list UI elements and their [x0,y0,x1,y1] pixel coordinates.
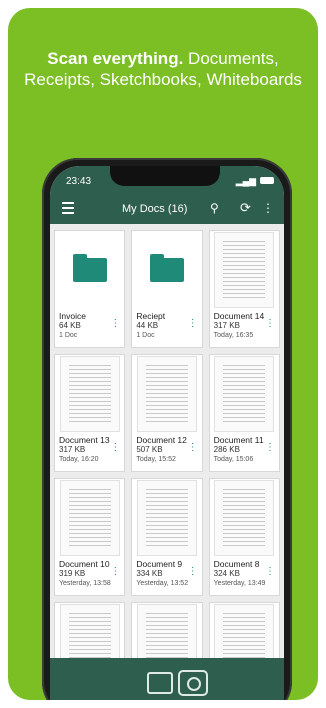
item-date: Today, 15:52 [136,456,176,463]
document-page-image [136,480,197,556]
menu-icon[interactable] [62,202,74,217]
item-meta: Reciept 44 KB 1 Doc ⋮ [132,309,201,343]
camera-icon[interactable] [178,670,208,696]
list-item[interactable]: Document 13 317 KB Today, 16:20 ⋮ [54,354,126,472]
headline-bold: Scan everything. [47,49,184,68]
more-options-icon[interactable]: ⋮ [262,201,274,215]
item-date: Yesterday, 13:52 [136,580,189,587]
status-bar: 23:43 ▂▄▆ [50,166,284,194]
item-date: Today, 16:20 [59,456,99,463]
list-item[interactable] [131,602,203,658]
page-title: My Docs (16) [122,203,188,215]
item-meta: Document 13 317 KB Today, 16:20 ⋮ [55,433,124,467]
sync-icon[interactable]: ⟳ [240,200,251,216]
app-bar: My Docs (16) ⚲ ⟳ ⋮ [50,194,284,224]
item-menu-icon[interactable]: ⋮ [265,443,275,453]
folder-icon [72,254,107,282]
item-meta: Invoice 64 KB 1 Doc ⋮ [55,309,124,343]
item-date: Today, 16:35 [213,332,254,339]
phone-screen: 23:43 ▂▄▆ My Docs (16) ⚲ ⟳ ⋮ Invoice 64 … [50,166,284,700]
folder-thumbnail [55,231,125,309]
status-time: 23:43 [66,176,92,187]
gallery-icon[interactable] [147,672,173,694]
item-meta: Document 12 507 KB Today, 15:52 ⋮ [132,433,201,467]
document-page-image [136,356,197,432]
item-date: Yesterday, 13:58 [59,580,111,587]
item-date: 1 Doc [136,332,155,339]
document-thumbnail [55,355,125,433]
item-meta: Document 8 324 KB Yesterday, 13:49 ⋮ [210,557,279,591]
document-thumbnail [132,603,202,658]
battery-icon [260,177,274,184]
signal-icon: ▂▄▆ [235,176,256,186]
list-item[interactable]: Document 14 317 KB Today, 16:35 ⋮ [208,230,280,348]
document-page-image [214,480,275,556]
list-item[interactable]: Document 12 507 KB Today, 15:52 ⋮ [131,354,203,472]
list-item[interactable]: Reciept 44 KB 1 Doc ⋮ [131,230,203,348]
document-page-image [59,356,120,432]
list-item[interactable]: Document 9 334 KB Yesterday, 13:52 ⋮ [131,478,203,596]
document-page-image [59,604,120,658]
document-page-image [136,604,197,658]
item-menu-icon[interactable]: ⋮ [188,443,198,453]
document-page-image [214,356,275,432]
list-item[interactable] [208,602,280,658]
document-thumbnail [209,603,279,658]
list-item[interactable]: Document 10 319 KB Yesterday, 13:58 ⋮ [54,478,126,596]
document-thumbnail [209,479,279,557]
bottom-bar [50,658,284,700]
item-date: 1 Doc [59,332,78,339]
document-page-image [214,604,275,658]
document-page-image [59,480,120,556]
phone-frame: 23:43 ▂▄▆ My Docs (16) ⚲ ⟳ ⋮ Invoice 64 … [42,158,292,700]
item-meta: Document 10 319 KB Yesterday, 13:58 ⋮ [55,557,124,591]
item-menu-icon[interactable]: ⋮ [110,319,120,329]
document-thumbnail [132,479,202,557]
list-item[interactable]: Invoice 64 KB 1 Doc ⋮ [54,230,126,348]
folder-thumbnail [132,231,202,309]
list-item[interactable] [54,602,126,658]
item-menu-icon[interactable]: ⋮ [110,567,120,577]
list-item[interactable]: Document 8 324 KB Yesterday, 13:49 ⋮ [208,478,280,596]
item-meta: Document 9 334 KB Yesterday, 13:52 ⋮ [132,557,201,591]
item-menu-icon[interactable]: ⋮ [265,319,275,329]
search-icon[interactable]: ⚲ [210,201,219,215]
item-menu-icon[interactable]: ⋮ [188,319,198,329]
promo-card: Scan everything. Documents, Receipts, Sk… [8,8,318,700]
document-page-image [214,232,275,308]
document-thumbnail [55,479,125,557]
item-date: Today, 15:06 [213,456,254,463]
list-item[interactable]: Document 11 286 KB Today, 15:06 ⋮ [208,354,280,472]
item-meta: Document 11 286 KB Today, 15:06 ⋮ [210,433,279,467]
document-thumbnail [55,603,125,658]
item-menu-icon[interactable]: ⋮ [188,567,198,577]
item-menu-icon[interactable]: ⋮ [265,567,275,577]
item-date: Yesterday, 13:49 [213,580,266,587]
documents-grid: Invoice 64 KB 1 Doc ⋮ Reciept 44 KB 1 Do… [50,224,284,658]
headline: Scan everything. Documents, Receipts, Sk… [8,48,318,90]
folder-icon [149,254,184,282]
document-thumbnail [209,231,279,309]
document-thumbnail [132,355,202,433]
notch [110,166,220,186]
document-thumbnail [209,355,279,433]
item-meta: Document 14 317 KB Today, 16:35 ⋮ [210,309,279,343]
item-menu-icon[interactable]: ⋮ [110,443,120,453]
